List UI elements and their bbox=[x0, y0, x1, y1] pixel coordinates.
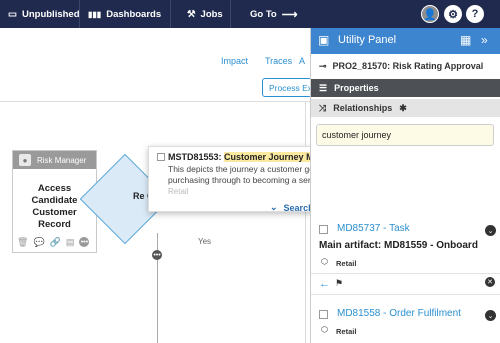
cube-icon: ⬡ bbox=[321, 325, 328, 334]
properties-section[interactable]: ☰ Properties bbox=[311, 79, 500, 97]
help-icon[interactable]: ? bbox=[466, 5, 484, 23]
list-icon: ☰ bbox=[319, 82, 328, 93]
jobs-label: Jobs bbox=[200, 8, 223, 20]
divider bbox=[311, 294, 500, 295]
relationships-label: Relationships bbox=[333, 103, 393, 113]
relationship-link[interactable]: MD81558 - Order Fulfilment bbox=[337, 308, 461, 319]
chevron-down-icon[interactable]: ⌄ bbox=[485, 310, 496, 321]
trash-icon[interactable]: 🗑 bbox=[17, 237, 28, 248]
collapse-icon[interactable]: » bbox=[481, 33, 488, 47]
arrow-right-icon: ⟶ bbox=[281, 8, 298, 21]
result-title[interactable]: MSTD81553: Customer Journey Map bbox=[168, 152, 325, 162]
item-tag: Retail bbox=[336, 327, 357, 336]
asterisk-icon: ✱ bbox=[399, 102, 407, 113]
item-checkbox[interactable] bbox=[319, 225, 328, 234]
unpublished-icon: ▭ bbox=[8, 8, 17, 20]
unpublished-label: Unpublished bbox=[21, 8, 80, 20]
relationship-link[interactable]: MD85737 - Task bbox=[337, 223, 410, 234]
panel-header: ▣ Utility Panel ▦ » bbox=[311, 28, 500, 54]
impact-link[interactable]: Impact bbox=[221, 56, 248, 66]
more-icon[interactable]: ••• bbox=[152, 250, 162, 260]
dashboards-label: Dashboards bbox=[106, 8, 162, 20]
nav-divider bbox=[79, 0, 80, 28]
jobs-menu[interactable]: ⚒ Jobs bbox=[187, 0, 223, 28]
project-row: ⊸ PRO2_81570: Risk Rating Approval bbox=[311, 54, 500, 78]
relationship-search-input[interactable] bbox=[316, 124, 494, 146]
relation-direction-row: ← ⚑ ✕ bbox=[311, 275, 500, 293]
result-tag: Retail bbox=[168, 187, 189, 196]
process-button[interactable]: Process Ex bbox=[262, 78, 312, 97]
avatar[interactable]: 👤 bbox=[421, 5, 439, 23]
chevron-down-icon: ⌄ bbox=[270, 202, 278, 212]
more-icon[interactable]: ••• bbox=[79, 237, 90, 247]
item-tag: Retail bbox=[336, 259, 357, 268]
top-nav-bar: ▭ Unpublished ▮▮▮ Dashboards ⚒ Jobs Go T… bbox=[0, 0, 500, 28]
nav-divider bbox=[230, 0, 231, 28]
chevron-down-icon[interactable]: ⌄ bbox=[485, 225, 496, 236]
process-icon: ⊸ bbox=[319, 60, 327, 71]
unpublished-menu[interactable]: ▭ Unpublished bbox=[8, 0, 80, 28]
more-tab-link[interactable]: A bbox=[299, 56, 305, 66]
nav-divider bbox=[170, 0, 171, 28]
traces-link[interactable]: Traces bbox=[265, 56, 292, 66]
properties-label: Properties bbox=[334, 83, 379, 93]
project-name: PRO2_81570: Risk Rating Approval bbox=[332, 61, 484, 71]
goto-label: Go To bbox=[250, 8, 277, 20]
close-icon[interactable]: ✕ bbox=[485, 277, 495, 287]
calendar-icon[interactable]: ▦ bbox=[460, 33, 471, 47]
task-header: ● Risk Manager bbox=[13, 151, 96, 169]
panel-title: Utility Panel bbox=[338, 34, 397, 46]
divider bbox=[311, 273, 500, 274]
shuffle-icon: ⤨ bbox=[319, 102, 327, 113]
flag-icon[interactable]: ⚑ bbox=[335, 278, 343, 289]
relationships-section[interactable]: ⤨ Relationships ✱ bbox=[311, 99, 500, 117]
link-icon[interactable]: 🔗 bbox=[50, 237, 61, 248]
item-checkbox[interactable] bbox=[319, 310, 328, 319]
task-icons: 🗑 💬 🔗 ▤ ••• bbox=[17, 237, 90, 248]
utility-panel: ▣ Utility Panel ▦ » ⊸ PRO2_81570: Risk R… bbox=[310, 28, 500, 343]
arrow-left-icon[interactable]: ← bbox=[319, 278, 330, 290]
bar-chart-icon: ▮▮▮ bbox=[88, 9, 102, 19]
cube-icon: ⬡ bbox=[321, 257, 328, 266]
task-role: Risk Manager bbox=[37, 155, 87, 165]
person-icon: ● bbox=[19, 154, 31, 166]
yes-label: Yes bbox=[198, 237, 212, 246]
goto-menu[interactable]: Go To ⟶ bbox=[250, 0, 298, 28]
toolbar-divider bbox=[0, 101, 310, 102]
gear-icon[interactable]: ⚙ bbox=[444, 5, 462, 23]
main-artifact-label: Main artifact: MD81559 - Onboard bbox=[319, 240, 478, 251]
comment-icon[interactable]: 💬 bbox=[33, 237, 44, 248]
attachment-icon[interactable]: ▤ bbox=[66, 237, 75, 248]
panel-icon: ▣ bbox=[318, 33, 330, 47]
wrench-icon: ⚒ bbox=[187, 8, 196, 20]
dashboards-menu[interactable]: ▮▮▮ Dashboards bbox=[88, 0, 161, 28]
result-id: MSTD81553: bbox=[168, 152, 222, 162]
result-checkbox[interactable] bbox=[157, 153, 165, 161]
flow-line bbox=[305, 102, 306, 343]
